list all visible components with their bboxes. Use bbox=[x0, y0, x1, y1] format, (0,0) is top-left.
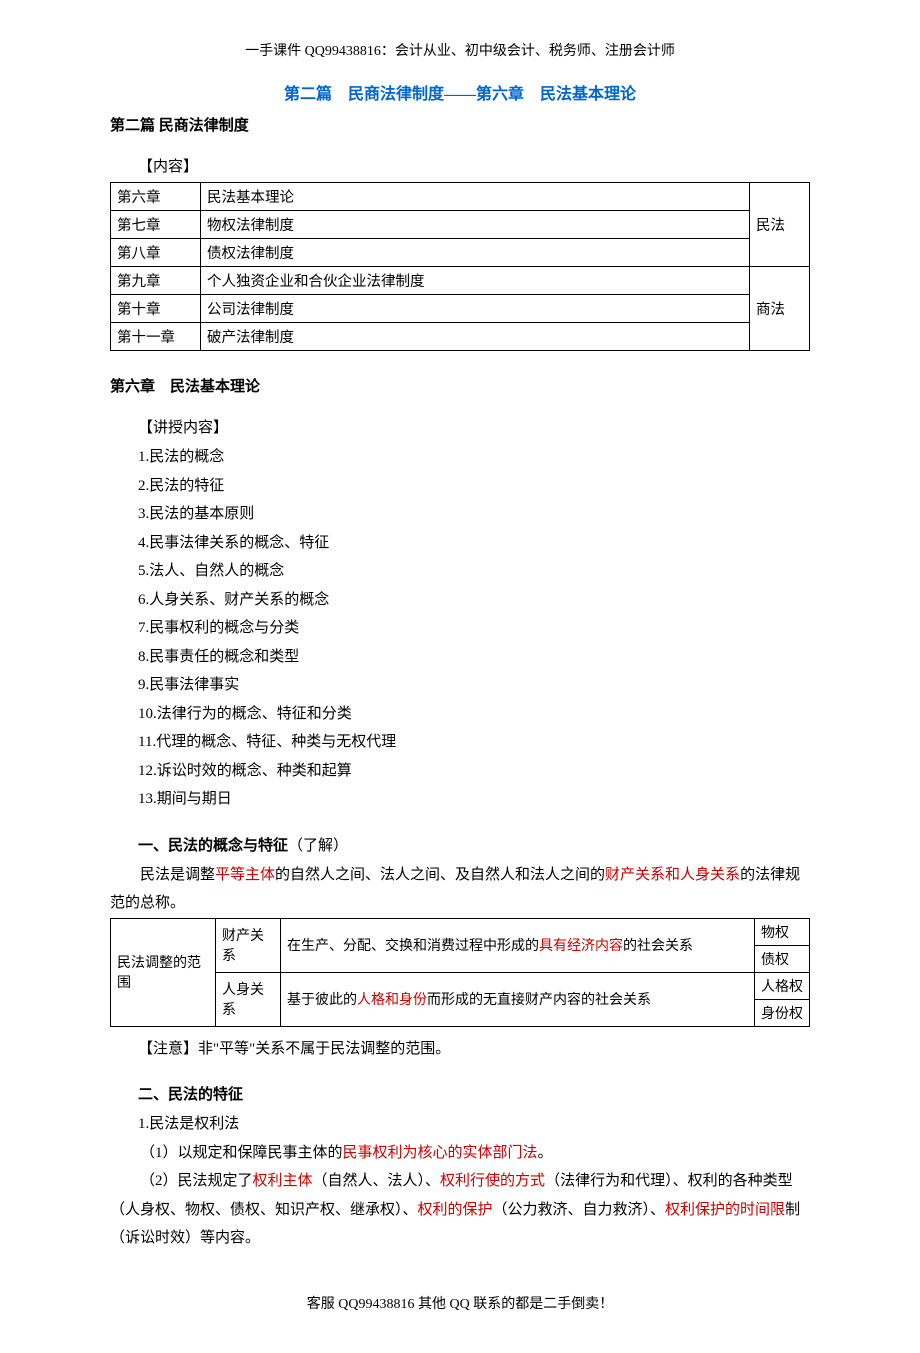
scope-table: 民法调整的范围 财产关系 在生产、分配、交换和消费过程中形成的具有经济内容的社会… bbox=[110, 918, 810, 1027]
list-item: 4.民事法律关系的概念、特征 bbox=[138, 529, 810, 558]
chapter-title-cell: 民法基本理论 bbox=[201, 183, 750, 211]
red-text: 权利行使的方式 bbox=[440, 1173, 545, 1189]
table-row: 人身关系 基于彼此的人格和身份而形成的无直接财产内容的社会关系 人格权 bbox=[111, 972, 810, 999]
table-row: 第十章 公司法律制度 bbox=[111, 295, 810, 323]
chapter-title-cell: 公司法律制度 bbox=[201, 295, 750, 323]
chapter-cell: 第六章 bbox=[111, 183, 201, 211]
body-section-2: 1.民法是权利法 （1）以规定和保障民事主体的民事权利为核心的实体部门法。 （2… bbox=[110, 1110, 810, 1253]
table-row: 民法调整的范围 财产关系 在生产、分配、交换和消费过程中形成的具有经济内容的社会… bbox=[111, 918, 810, 945]
chapter-title-cell: 债权法律制度 bbox=[201, 239, 750, 267]
chapter-title-cell: 物权法律制度 bbox=[201, 211, 750, 239]
chapter6-heading: 第六章 民法基本理论 bbox=[110, 375, 810, 396]
red-text: 平等主体 bbox=[215, 867, 275, 883]
table-row: 第六章 民法基本理论 民法 bbox=[111, 183, 810, 211]
red-text: 具有经济内容 bbox=[539, 939, 623, 954]
list-item: 1.民法的概念 bbox=[138, 443, 810, 472]
table-row: 第九章 个人独资企业和合伙企业法律制度 商法 bbox=[111, 267, 810, 295]
chapter-cell: 第七章 bbox=[111, 211, 201, 239]
text: （2）民法规定了 bbox=[140, 1173, 253, 1189]
part2-title: 第二篇 民商法律制度 bbox=[110, 114, 810, 135]
chapter-cell: 第八章 bbox=[111, 239, 201, 267]
section-2-heading: 二、民法的特征 bbox=[110, 1083, 810, 1104]
page-footer: 客服 QQ99438816 其他 QQ 联系的都是二手倒卖！ bbox=[0, 1293, 920, 1313]
list-item: 8.民事责任的概念和类型 bbox=[138, 643, 810, 672]
list-item: 11.代理的概念、特征、种类与无权代理 bbox=[138, 728, 810, 757]
table-row: 第十一章 破产法律制度 bbox=[111, 323, 810, 351]
text: 的自然人之间、法人之间、及自然人和法人之间的 bbox=[275, 867, 605, 883]
text: （自然人、法人）、 bbox=[313, 1173, 441, 1189]
red-text: 民事权利为核心的实体部门法 bbox=[343, 1145, 538, 1161]
heading-bold: 一、民法的概念与特征 bbox=[138, 838, 288, 854]
red-text: 权利保护的时间限 bbox=[665, 1202, 785, 1218]
content-label: 【内容】 bbox=[110, 155, 810, 176]
red-text: 人格和身份 bbox=[357, 993, 427, 1008]
list-item: 10.法律行为的概念、特征和分类 bbox=[138, 700, 810, 729]
document-content: 第二篇 民商法律制度——第六章 民法基本理论 第二篇 民商法律制度 【内容】 第… bbox=[0, 80, 920, 1253]
text: 民法是调整 bbox=[140, 867, 215, 883]
page-header: 一手课件 QQ99438816：会计从业、初中级会计、税务师、注册会计师 bbox=[0, 40, 920, 60]
section-1-heading: 一、民法的概念与特征（了解） bbox=[110, 834, 810, 855]
chapter-title-cell: 个人独资企业和合伙企业法律制度 bbox=[201, 267, 750, 295]
subitem-1: 1.民法是权利法 bbox=[110, 1110, 810, 1139]
red-text: 权利的保护 bbox=[418, 1202, 493, 1218]
lecture-label: 【讲授内容】 bbox=[110, 416, 810, 437]
list-item: 12.诉讼时效的概念、种类和起算 bbox=[138, 757, 810, 786]
text: 而形成的无直接财产内容的社会关系 bbox=[427, 993, 651, 1008]
group-cell: 商法 bbox=[750, 267, 810, 351]
chapter-cell: 第十一章 bbox=[111, 323, 201, 351]
heading-normal: （了解） bbox=[288, 838, 348, 854]
relation-cell: 人身关系 bbox=[216, 972, 281, 1026]
note-1: 【注意】非"平等"关系不属于民法调整的范围。 bbox=[110, 1035, 810, 1064]
list-item: 5.法人、自然人的概念 bbox=[138, 557, 810, 586]
chapter-cell: 第十章 bbox=[111, 295, 201, 323]
table-row: 第七章 物权法律制度 bbox=[111, 211, 810, 239]
list-item: 13.期间与期日 bbox=[138, 785, 810, 814]
type-cell: 身份权 bbox=[755, 999, 810, 1026]
group-cell: 民法 bbox=[750, 183, 810, 267]
type-cell: 物权 bbox=[755, 918, 810, 945]
text: （1）以规定和保障民事主体的 bbox=[140, 1145, 343, 1161]
list-item: 3.民法的基本原则 bbox=[138, 500, 810, 529]
text: 在生产、分配、交换和消费过程中形成的 bbox=[287, 939, 539, 954]
paragraph-1: 民法是调整平等主体的自然人之间、法人之间、及自然人和法人之间的财产关系和人身关系… bbox=[110, 861, 810, 918]
chapters-table: 第六章 民法基本理论 民法 第七章 物权法律制度 第八章 债权法律制度 第九章 … bbox=[110, 182, 810, 351]
type-cell: 债权 bbox=[755, 945, 810, 972]
red-text: 权利主体 bbox=[253, 1173, 313, 1189]
paragraph-2: （1）以规定和保障民事主体的民事权利为核心的实体部门法。 bbox=[110, 1139, 810, 1168]
list-item: 6.人身关系、财产关系的概念 bbox=[138, 586, 810, 615]
scope-cell: 民法调整的范围 bbox=[111, 918, 216, 1026]
desc-cell: 在生产、分配、交换和消费过程中形成的具有经济内容的社会关系 bbox=[281, 918, 755, 972]
red-text: 财产关系和人身关系 bbox=[605, 867, 740, 883]
text: 的社会关系 bbox=[623, 939, 693, 954]
desc-cell: 基于彼此的人格和身份而形成的无直接财产内容的社会关系 bbox=[281, 972, 755, 1026]
paragraph-3: （2）民法规定了权利主体（自然人、法人）、权利行使的方式（法律行为和代理）、权利… bbox=[110, 1167, 810, 1253]
list-item: 9.民事法律事实 bbox=[138, 671, 810, 700]
relation-cell: 财产关系 bbox=[216, 918, 281, 972]
document-title: 第二篇 民商法律制度——第六章 民法基本理论 bbox=[110, 80, 810, 104]
chapter-cell: 第九章 bbox=[111, 267, 201, 295]
lecture-list: 1.民法的概念 2.民法的特征 3.民法的基本原则 4.民事法律关系的概念、特征… bbox=[110, 443, 810, 814]
table-row: 第八章 债权法律制度 bbox=[111, 239, 810, 267]
text: 基于彼此的 bbox=[287, 993, 357, 1008]
list-item: 7.民事权利的概念与分类 bbox=[138, 614, 810, 643]
chapter-title-cell: 破产法律制度 bbox=[201, 323, 750, 351]
type-cell: 人格权 bbox=[755, 972, 810, 999]
text: 。 bbox=[538, 1145, 553, 1161]
list-item: 2.民法的特征 bbox=[138, 472, 810, 501]
text: （公力救济、自力救济）、 bbox=[493, 1202, 666, 1218]
